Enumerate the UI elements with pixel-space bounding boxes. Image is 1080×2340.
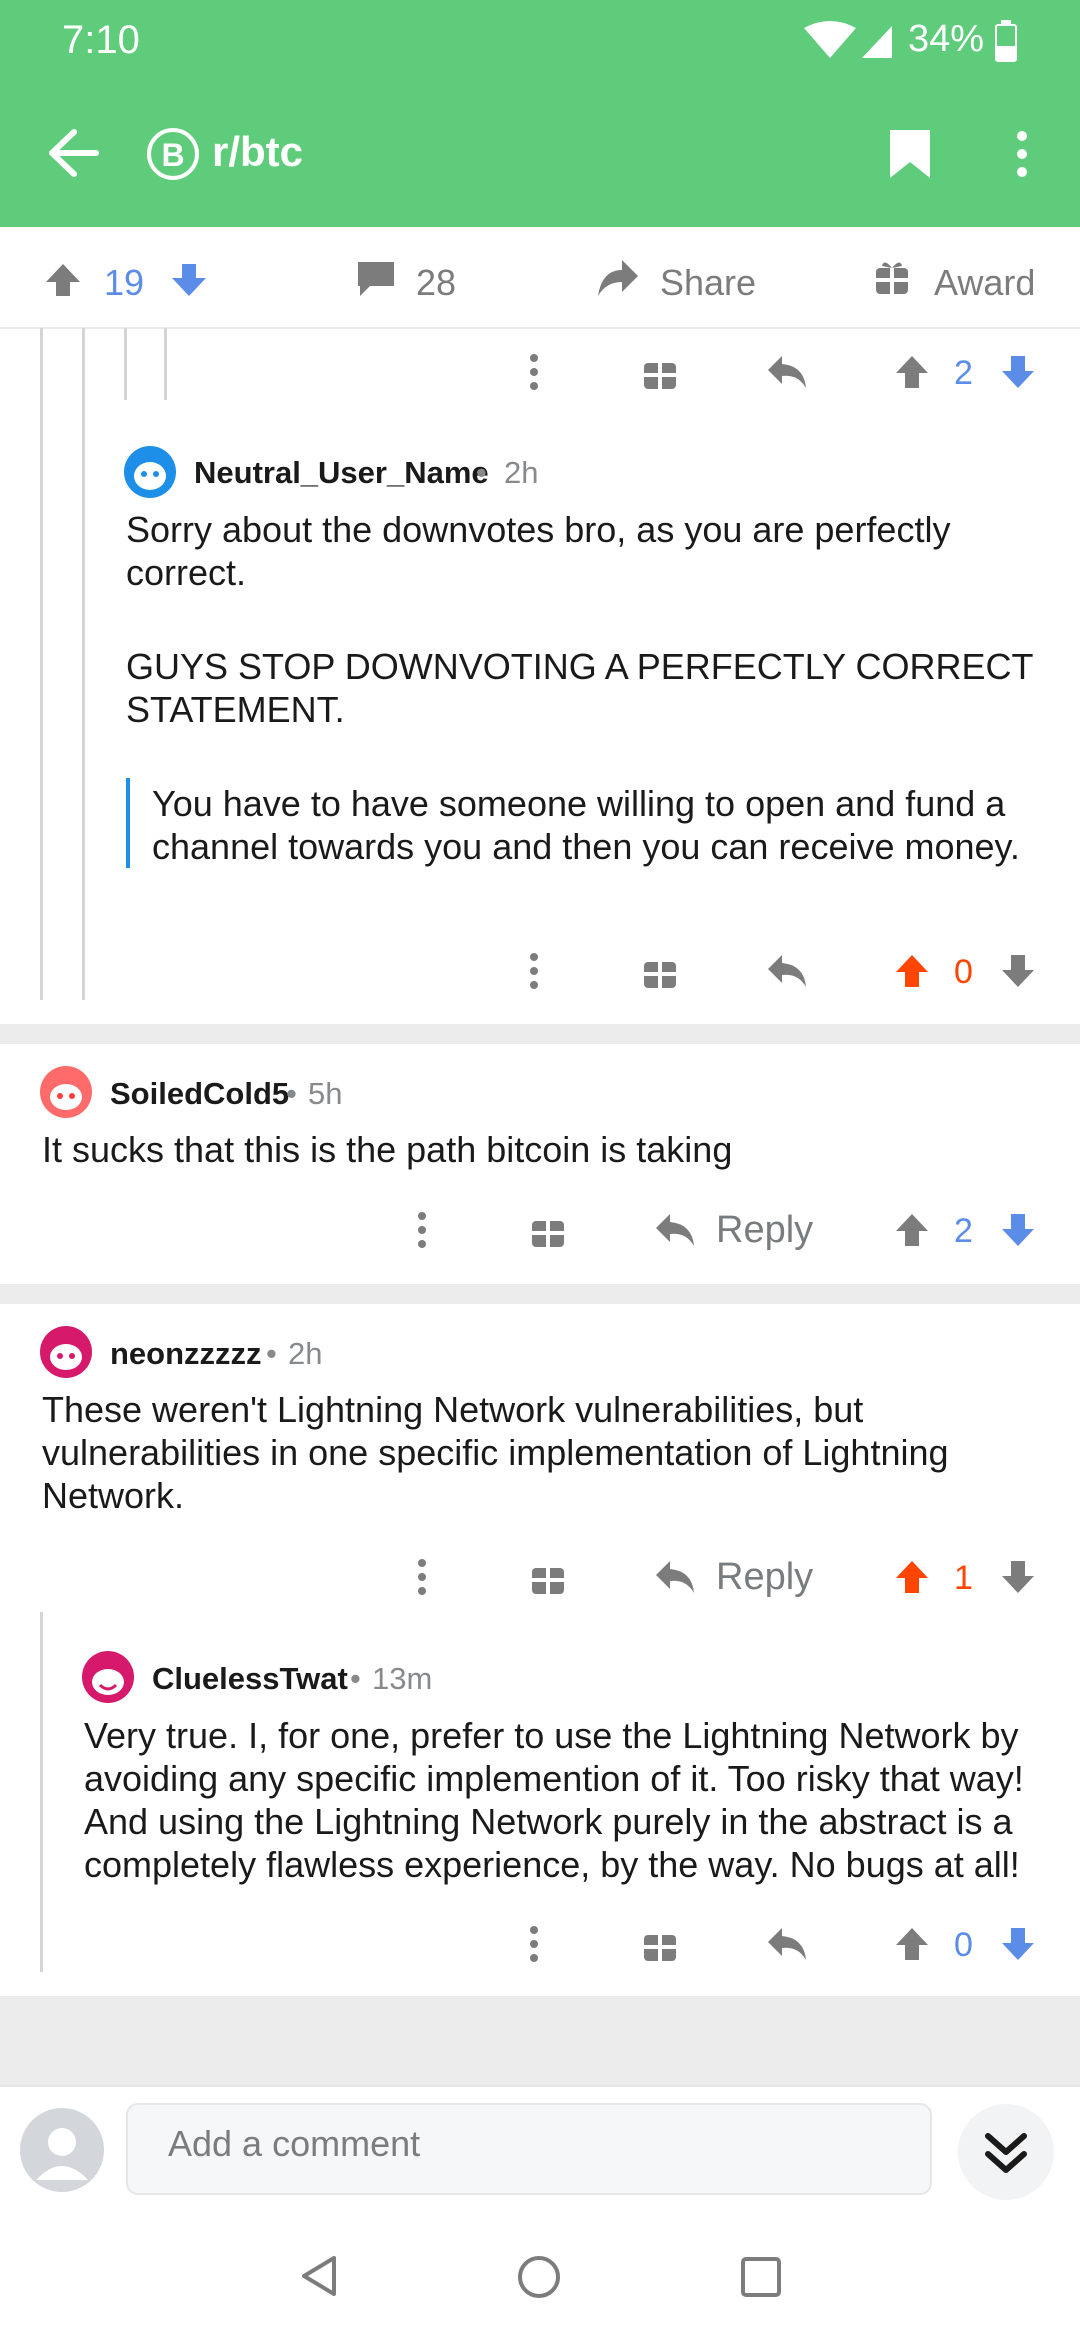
more-options-icon[interactable] [524,951,544,991]
comment-body-line: Very true. I, for one, prefer to use the… [84,1715,1019,1756]
upvote-icon[interactable] [894,1926,930,1962]
comment-author[interactable]: SoiledCold5 [110,1076,289,1112]
vote-count: 0 [954,953,973,991]
expand-down-icon[interactable] [956,2102,1056,2202]
bookmark-icon[interactable] [888,128,932,180]
upvote-icon[interactable] [44,262,82,298]
comment-author[interactable]: neonzzzzz [110,1336,262,1372]
comment-body-line: It sucks that this is the path bitcoin i… [42,1129,733,1170]
comment-body-line: Network. [42,1475,185,1516]
separator-dot: • [476,455,487,490]
comment-count: 28 [416,262,457,303]
comment-divider [0,1024,1080,1044]
comment-input-placeholder: Add a comment [168,2123,421,2164]
downvote-icon[interactable] [1000,1212,1036,1248]
award-icon[interactable] [642,355,678,391]
more-options-icon[interactable] [412,1210,432,1250]
reply-button[interactable]: Reply [716,1209,813,1252]
comment-body-line: STATEMENT. [126,689,345,730]
comment-body-line: completely flawless experience, by the w… [84,1844,1020,1885]
back-arrow-icon[interactable] [46,128,102,178]
comment-icon[interactable] [356,260,396,298]
reply-icon[interactable] [654,1212,696,1248]
award-button[interactable]: Award [934,262,1035,304]
comment-author[interactable]: CluelessTwat [152,1661,348,1697]
separator-dot: • [266,1336,277,1371]
separator-dot: • [350,1661,361,1696]
recents-nav-icon[interactable] [740,2256,782,2298]
more-options-icon[interactable] [1012,128,1032,180]
reply-icon[interactable] [766,1926,808,1962]
comment-body-line: Sorry about the downvotes bro, as you ar… [126,509,951,550]
battery-percent: 34% [908,18,985,60]
comment-age: 5h [308,1076,343,1111]
status-time: 7:10 [62,18,140,62]
comment-age: 13m [372,1661,433,1696]
comment-author[interactable]: Neutral_User_Name [194,455,489,491]
thread-line [82,328,85,1000]
award-icon[interactable] [530,1213,566,1249]
comment-divider [0,1284,1080,1304]
comment-body-line: These weren't Lightning Network vulnerab… [42,1389,864,1430]
bitcoin-icon: B [147,128,199,180]
reply-button[interactable]: Reply [716,1556,813,1599]
separator-dot: • [286,1076,297,1111]
upvote-icon[interactable] [894,1559,930,1595]
quote-bar [126,778,130,868]
comment-age: 2h [288,1336,323,1371]
thread-line [124,328,127,400]
reply-icon[interactable] [766,953,808,989]
subreddit-name[interactable]: r/btc [212,128,303,176]
vote-count: 0 [954,1926,973,1964]
share-icon[interactable] [596,258,640,298]
comment-body-line: correct. [126,552,247,593]
upvote-icon[interactable] [894,953,930,989]
downvote-icon[interactable] [1000,1926,1036,1962]
post-action-bar [0,227,1080,329]
comment-body-line: GUYS STOP DOWNVOTING A PERFECTLY CORRECT [126,646,1034,687]
avatar[interactable] [40,1066,92,1118]
upvote-icon[interactable] [894,1212,930,1248]
wifi-signal-icon [804,21,892,58]
thread-line [40,328,43,1000]
downvote-icon[interactable] [1000,354,1036,390]
comment-body-line: And using the Lightning Network purely i… [84,1801,1013,1842]
comment-age: 2h [504,455,539,490]
more-options-icon[interactable] [524,1924,544,1964]
downvote-icon[interactable] [1000,1559,1036,1595]
award-icon[interactable] [530,1560,566,1596]
avatar[interactable] [124,446,176,498]
downvote-icon[interactable] [1000,953,1036,989]
home-nav-icon[interactable] [516,2254,562,2300]
quote-line: channel towards you and then you can rec… [152,826,1020,867]
thread-line [40,1612,43,1972]
battery-icon [995,20,1017,62]
comment-body-line: vulnerabilities in one specific implemen… [42,1432,949,1473]
award-icon[interactable] [874,260,910,296]
vote-count: 1 [954,1559,973,1597]
vote-count: 2 [954,1212,973,1250]
avatar[interactable] [82,1651,134,1703]
reply-icon[interactable] [654,1559,696,1595]
thread-line [164,328,167,400]
back-nav-icon[interactable] [298,2254,338,2298]
downvote-icon[interactable] [170,262,208,298]
reply-icon[interactable] [766,354,808,390]
more-options-icon[interactable] [412,1557,432,1597]
vote-count: 2 [954,354,973,392]
award-icon[interactable] [642,954,678,990]
svg-text:B: B [161,137,184,173]
upvote-icon[interactable] [894,354,930,390]
list-end-spacer [0,1996,1080,2085]
more-options-icon[interactable] [524,352,544,392]
award-icon[interactable] [642,1927,678,1963]
user-avatar-icon[interactable] [20,2108,104,2192]
avatar[interactable] [40,1326,92,1378]
share-button[interactable]: Share [660,262,756,304]
comment-body-line: avoiding any specific implemention of it… [84,1758,1024,1799]
post-score: 19 [104,262,145,303]
quote-line: You have to have someone willing to open… [152,783,1006,824]
